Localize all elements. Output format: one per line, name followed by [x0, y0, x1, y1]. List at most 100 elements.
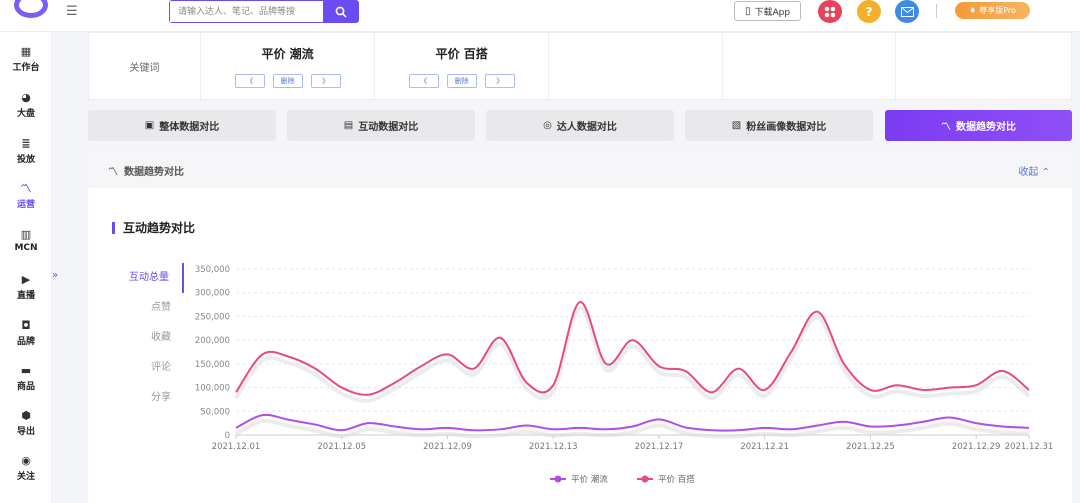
sidebar-item-export[interactable]: ⬢ 导出: [0, 409, 52, 438]
sidebar-item-delivery[interactable]: ≣ 投放: [0, 137, 52, 166]
tab-label: 整体数据对比: [159, 122, 220, 133]
y-tick-label: 350,000: [195, 265, 230, 275]
search-button[interactable]: [323, 1, 358, 22]
sidebar-item-label: 大盘: [16, 109, 35, 119]
sidebar-item-operation[interactable]: 〽 运营: [0, 182, 52, 211]
menu-toggle-icon[interactable]: ☰: [66, 4, 78, 19]
tab-trend[interactable]: 〽 数据趋势对比: [885, 110, 1072, 141]
sidebar-item-label: 运营: [16, 200, 35, 210]
tab-label: 达人数据对比: [556, 122, 617, 133]
move-left-button[interactable]: 《: [408, 74, 439, 88]
delete-keyword-button[interactable]: 删除: [446, 74, 477, 88]
keyword-empty-slot[interactable]: [549, 33, 723, 99]
legend-label: 平价 百搭: [658, 474, 695, 485]
sidebar-item-label: 工作台: [12, 63, 40, 73]
x-tick-label: 2021.12.17: [635, 442, 684, 452]
tab-overall[interactable]: ▣ 整体数据对比: [88, 110, 276, 141]
sidebar-item-mcn[interactable]: ▥ MCN: [0, 228, 52, 254]
tab-interaction[interactable]: ▤ 互动数据对比: [287, 110, 475, 141]
interaction-trend-chart: 0 50,000 100,000 150,000 200,000 250,000 300,0…: [195, 265, 1054, 485]
phone-icon: ▯: [744, 5, 751, 17]
keyword-empty-slot[interactable]: [896, 33, 1071, 99]
y-tick-label: 100,000: [195, 384, 230, 394]
keyword-label: 关键词: [89, 33, 201, 99]
y-tick-label: 200,000: [195, 336, 230, 346]
y-tick-label: 150,000: [195, 360, 230, 370]
sidebar-item-market[interactable]: ◕ 大盘: [0, 91, 52, 120]
help-icon[interactable]: ?: [857, 0, 881, 23]
y-tick-label: 0: [225, 431, 230, 441]
search-box: [169, 0, 359, 23]
x-tick-label: 2021.12.21: [740, 442, 789, 452]
x-tick-label: 2021.12.09: [423, 442, 472, 452]
y-tick-label: 250,000: [195, 312, 230, 322]
pro-label: 尊享版Pro: [979, 6, 1016, 15]
sidebar-item-label: MCN: [14, 243, 38, 253]
sidebar-item-label: 直播: [16, 291, 35, 301]
sidebar-item-label: 投放: [16, 155, 35, 165]
move-left-button[interactable]: 《: [234, 74, 265, 88]
x-tick-label: 2021.12.05: [317, 442, 366, 452]
download-app-label: 下载App: [754, 7, 791, 18]
eye-icon: ◉: [21, 454, 31, 467]
tab-label: 互动数据对比: [358, 122, 419, 133]
profile-icon: ▧: [731, 120, 742, 131]
sidebar-item-workbench[interactable]: ▦ 工作台: [0, 45, 52, 74]
trend-icon: 〽: [20, 182, 32, 195]
sidebar-item-goods[interactable]: ▬ 商品: [0, 364, 52, 393]
x-tick-label: 2021.12.13: [529, 442, 578, 452]
y-tick-label: 300,000: [195, 289, 230, 299]
legend-marker-dot: [641, 475, 649, 483]
download-app-button[interactable]: ▯ 下载App: [734, 1, 801, 21]
diamond-icon: ♦: [969, 6, 977, 15]
sidebar-item-label: 商品: [16, 382, 35, 392]
mail-icon[interactable]: [895, 0, 919, 23]
x-tick-label: 2021.12.31: [1005, 442, 1054, 452]
delete-keyword-button[interactable]: 删除: [272, 74, 303, 88]
tab-fans[interactable]: ▧ 粉丝画像数据对比: [685, 110, 873, 141]
apps-icon[interactable]: [818, 0, 842, 23]
sidebar-item-label: 导出: [16, 427, 35, 437]
brand-logo[interactable]: [14, 0, 48, 18]
keyword-name: 平价 百搭: [435, 47, 488, 61]
y-tick-label: 50,000: [200, 407, 230, 417]
main-content: 关键词 平价 潮流 《 删除 》 平价 百搭 《 删除 》 ▣ 整体数据对比 ▤…: [88, 32, 1072, 503]
bag-icon: ◘: [21, 319, 31, 332]
top-bar: ☰ ▯ 下载App ? ♦ 尊享版Pro: [0, 0, 1080, 32]
comparison-tabs: ▣ 整体数据对比 ▤ 互动数据对比 ◎ 达人数据对比 ▧ 粉丝画像数据对比 〽 …: [88, 110, 1072, 141]
trend-panel: 〽 数据趋势对比 收起 ⌃ 互动趋势对比 互动总量 点赞 收藏 评论 分享 05…: [88, 152, 1072, 503]
move-right-button[interactable]: 》: [310, 74, 341, 88]
stack-icon: ≣: [21, 137, 31, 150]
x-tick-label: 2021.12.01: [212, 442, 261, 452]
tab-influencer[interactable]: ◎ 达人数据对比: [486, 110, 674, 141]
tab-label: 数据趋势对比: [956, 122, 1016, 133]
search-input[interactable]: [170, 1, 323, 22]
sidebar-item-label: 品牌: [16, 337, 35, 347]
building-icon: ▥: [20, 228, 32, 241]
pie-icon: ◕: [21, 91, 31, 104]
move-right-button[interactable]: 》: [484, 74, 515, 88]
sidebar-item-live[interactable]: ▶ 直播: [0, 274, 52, 302]
grid-icon: ▦: [20, 45, 32, 58]
pro-upgrade-button[interactable]: ♦ 尊享版Pro: [955, 2, 1030, 19]
legend-marker-dot: [554, 475, 562, 483]
keyword-name: 平价 潮流: [261, 47, 314, 61]
bar-chart-icon: ▣: [144, 120, 155, 131]
comment-icon: ▤: [343, 120, 354, 131]
sidebar-item-brand[interactable]: ◘ 品牌: [0, 319, 52, 348]
sidebar-item-label: 关注: [16, 472, 35, 482]
trend-icon: 〽: [941, 122, 951, 133]
tab-label: 粉丝画像数据对比: [746, 122, 827, 133]
basket-icon: ▬: [20, 364, 32, 377]
expand-sidebar-icon[interactable]: »: [52, 270, 58, 281]
x-tick-label: 2021.12.29: [952, 442, 1001, 452]
keyword-column-2: 平价 百搭 《 删除 》: [375, 33, 550, 99]
sidebar: ▦ 工作台 ◕ 大盘 ≣ 投放 〽 运营 ▥ MCN ▶ 直播 ◘ 品牌 ▬ 商…: [0, 32, 52, 503]
export-icon: ⬢: [21, 409, 31, 422]
sidebar-item-follow[interactable]: ◉ 关注: [0, 454, 52, 483]
x-tick-label: 2021.12.25: [846, 442, 895, 452]
user-icon: ◎: [543, 120, 552, 131]
keyword-empty-slot[interactable]: [723, 33, 897, 99]
keyword-table: 关键词 平价 潮流 《 删除 》 平价 百搭 《 删除 》: [88, 32, 1072, 100]
legend-label: 平价 潮流: [571, 474, 608, 485]
